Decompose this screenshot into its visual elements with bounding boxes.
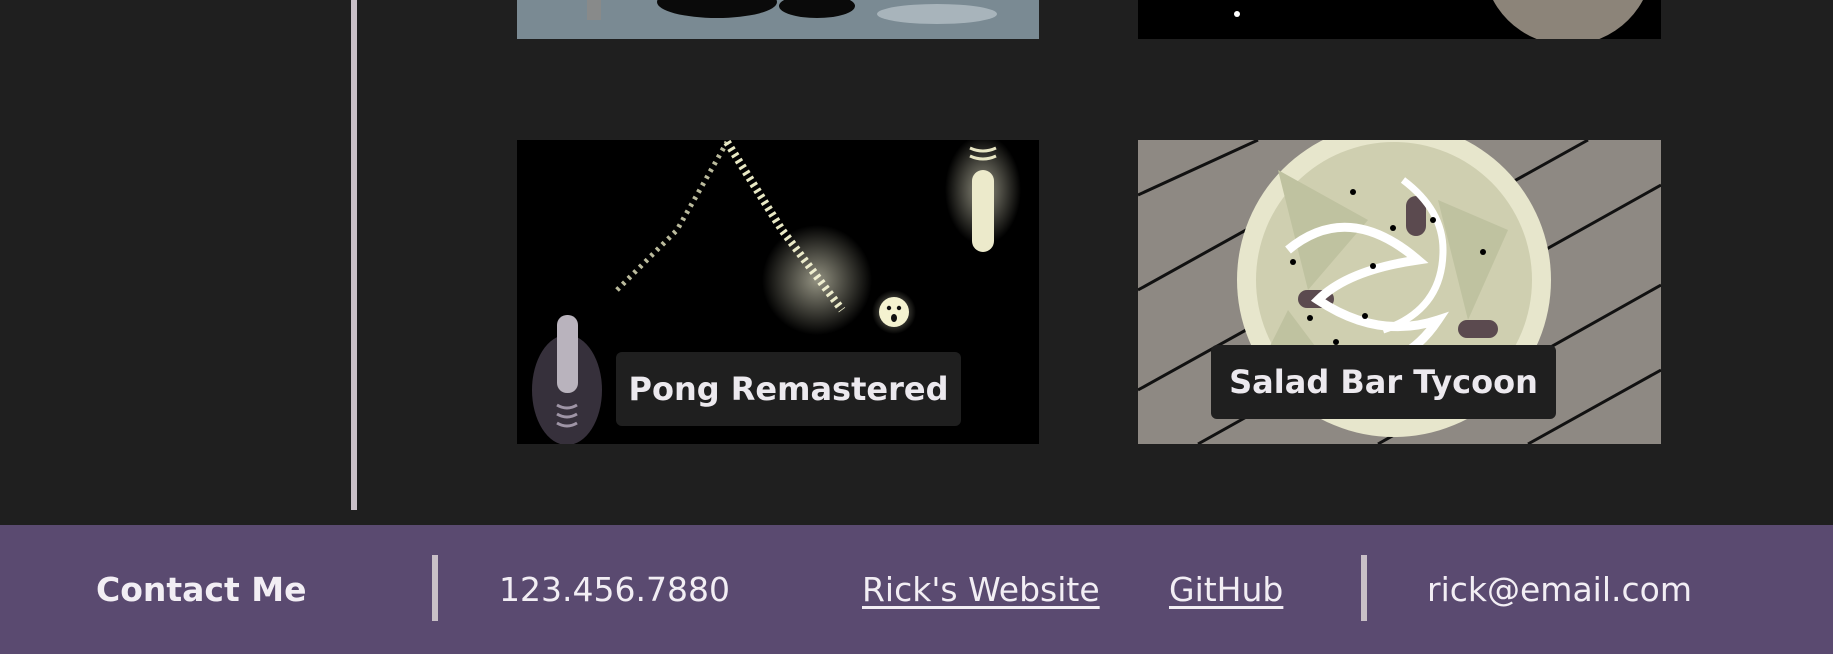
sidebar-divider	[351, 0, 357, 510]
website-link[interactable]: Rick's Website	[862, 570, 1100, 609]
project-card-pong-remastered[interactable]: Pong Remastered	[517, 140, 1039, 444]
phone-number: 123.456.7880	[499, 570, 730, 609]
project-thumbnail-image	[1138, 0, 1661, 39]
project-card-top-right-thumbnail[interactable]	[1138, 0, 1661, 39]
email-address: rick@email.com	[1427, 570, 1692, 609]
footer-divider	[432, 555, 438, 621]
contact-heading: Contact Me	[96, 570, 307, 609]
footer-divider	[1361, 555, 1367, 621]
github-link[interactable]: GitHub	[1169, 570, 1283, 609]
project-card-salad-bar-tycoon[interactable]: Salad Bar Tycoon	[1138, 140, 1661, 444]
project-card-top-left-thumbnail[interactable]	[517, 0, 1039, 39]
contact-footer: Contact Me 123.456.7880 Rick's Website G…	[0, 525, 1833, 654]
project-thumbnail-image	[517, 0, 1039, 39]
project-title-label: Salad Bar Tycoon	[1211, 345, 1556, 419]
project-title-label: Pong Remastered	[616, 352, 961, 426]
